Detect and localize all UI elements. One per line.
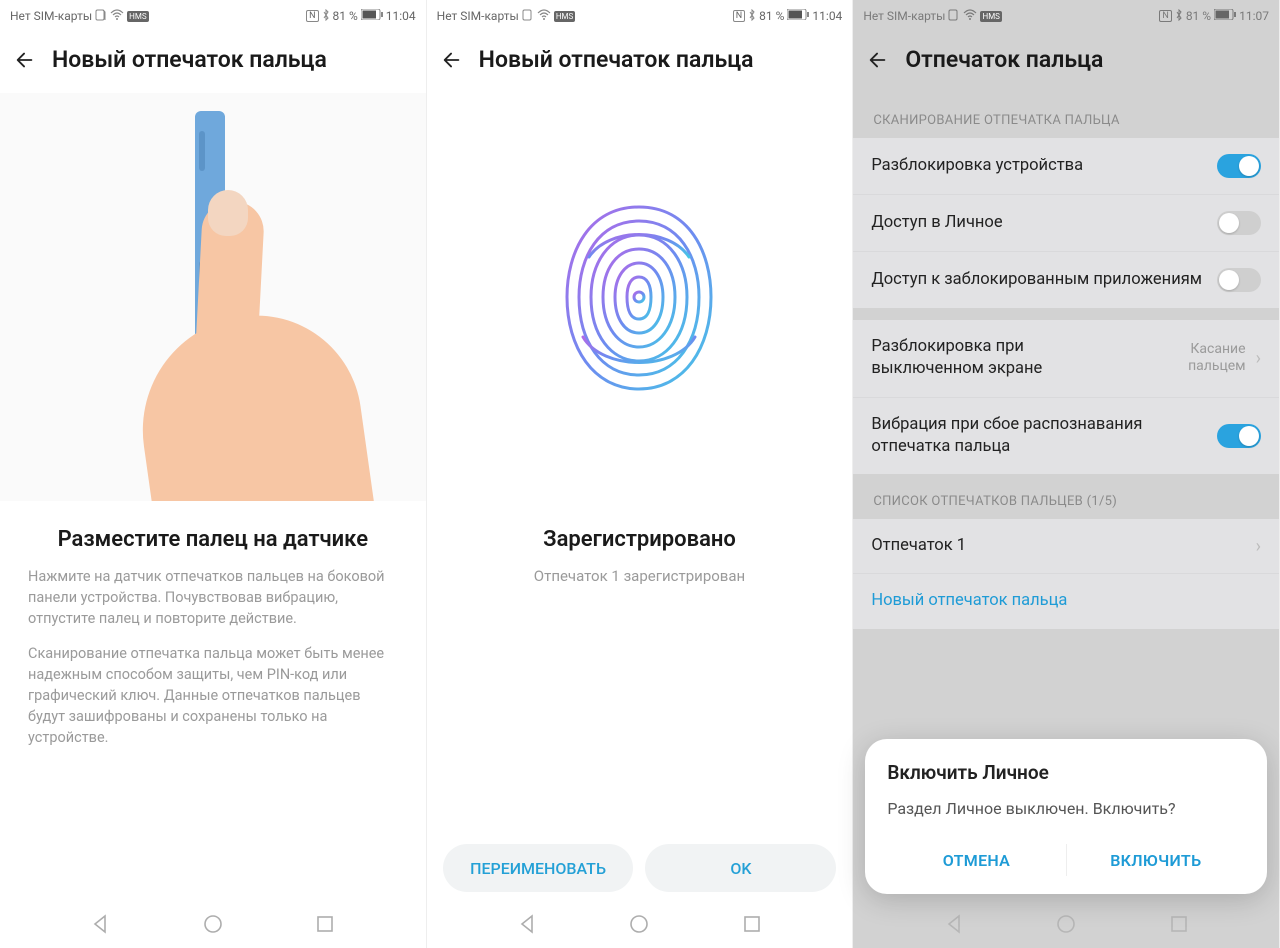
nav-bar: [853, 900, 1279, 948]
sim-icon: [948, 9, 960, 24]
row-label: Новый отпечаток пальца: [871, 590, 1261, 612]
toggle-private-access[interactable]: [1217, 211, 1261, 235]
sim-icon: [522, 9, 534, 24]
instruction-para-1: Нажмите на датчик отпечатков пальцев на …: [28, 566, 398, 629]
nav-back-icon[interactable]: [942, 912, 966, 936]
row-private-access[interactable]: Доступ в Личное: [853, 194, 1279, 251]
row-label: Вибрация при сбое распознавания отпечатк…: [871, 414, 1217, 459]
row-label: Разблокировка устройства: [871, 155, 1217, 177]
ok-button[interactable]: OK: [645, 844, 836, 892]
bluetooth-icon: [748, 9, 756, 24]
row-unlock-device[interactable]: Разблокировка устройства: [853, 138, 1279, 194]
registered-subtitle: Отпечаток 1 зарегистрирован: [455, 566, 825, 587]
page-title: Новый отпечаток пальца: [52, 46, 327, 73]
wifi-icon: [537, 9, 551, 24]
nav-recent-icon[interactable]: [740, 912, 764, 936]
instruction-title: Разместите палец на датчике: [28, 527, 398, 552]
screen-enroll-done: Нет SIM-карты HMS N 81 % 11:04 Новый отп…: [427, 0, 854, 948]
dialog-enable-button[interactable]: ВКЛЮЧИТЬ: [1067, 834, 1245, 886]
nav-recent-icon[interactable]: [1167, 912, 1191, 936]
back-button[interactable]: [867, 49, 889, 71]
header: Новый отпечаток пальца: [0, 28, 426, 93]
nav-recent-icon[interactable]: [313, 912, 337, 936]
status-bar: Нет SIM-карты HMS N 81 % 11:04: [427, 4, 853, 28]
screen-fingerprint-settings: Нет SIM-карты HMS N 81 % 11:07 Отпечаток…: [853, 0, 1280, 948]
row-locked-apps[interactable]: Доступ к заблокированным приложениям: [853, 251, 1279, 308]
header: Новый отпечаток пальца: [427, 28, 853, 93]
toggle-locked-apps[interactable]: [1217, 268, 1261, 292]
nav-home-icon[interactable]: [627, 912, 651, 936]
nav-home-icon[interactable]: [1054, 912, 1078, 936]
back-button[interactable]: [441, 49, 463, 71]
sim-status: Нет SIM-карты: [863, 9, 945, 23]
row-new-fingerprint[interactable]: Новый отпечаток пальца: [853, 573, 1279, 628]
row-screen-off-unlock[interactable]: Разблокировка при выключенном экране Кас…: [853, 320, 1279, 397]
hms-icon: HMS: [127, 11, 148, 22]
back-button[interactable]: [14, 49, 36, 71]
battery-icon: [1214, 9, 1236, 23]
nfc-icon: N: [733, 10, 745, 22]
screen-enroll-instruction: Нет SIM-карты HMS N 81 % 11:04 Новый отп…: [0, 0, 427, 948]
row-value: Касание пальцем: [1136, 341, 1246, 375]
battery-icon: [361, 9, 383, 23]
nav-home-icon[interactable]: [201, 912, 225, 936]
enable-private-dialog: Включить Личное Раздел Личное выключен. …: [865, 739, 1267, 894]
toggle-vibration-error[interactable]: [1217, 424, 1261, 448]
status-bar: Нет SIM-карты HMS N 81 % 11:07: [853, 4, 1279, 28]
battery-percent: 81 %: [333, 9, 358, 23]
clock: 11:07: [1239, 9, 1269, 23]
fingerprint-icon: [559, 197, 719, 397]
hand-illustration: [120, 176, 380, 501]
clock: 11:04: [386, 9, 416, 23]
row-label: Доступ в Личное: [871, 212, 1217, 234]
enroll-illustration: [0, 93, 426, 501]
action-buttons: ПЕРЕИМЕНОВАТЬ OK: [427, 844, 853, 892]
dialog-body: Раздел Личное выключен. Включить?: [887, 798, 1245, 820]
battery-percent: 81 %: [1186, 9, 1211, 23]
sim-status: Нет SIM-карты: [10, 9, 92, 23]
bluetooth-icon: [322, 9, 330, 24]
section-scan-label: СКАНИРОВАНИЕ ОТПЕЧАТКА ПАЛЬЦА: [853, 93, 1279, 138]
battery-icon: [787, 9, 809, 23]
nav-back-icon[interactable]: [515, 912, 539, 936]
status-bar: Нет SIM-карты HMS N 81 % 11:04: [0, 4, 426, 28]
nav-bar: [0, 900, 426, 948]
wifi-icon: [963, 9, 977, 24]
section-list-label: СПИСОК ОТПЕЧАТКОВ ПАЛЬЦЕВ (1/5): [853, 474, 1279, 519]
row-fingerprint-1[interactable]: Отпечаток 1 ›: [853, 519, 1279, 573]
dialog-title: Включить Личное: [887, 761, 1245, 784]
nfc-icon: N: [306, 10, 318, 22]
hms-icon: HMS: [554, 11, 575, 22]
dialog-cancel-button[interactable]: ОТМЕНА: [887, 834, 1065, 886]
rename-button[interactable]: ПЕРЕИМЕНОВАТЬ: [443, 844, 634, 892]
page-title: Новый отпечаток пальца: [479, 46, 754, 73]
instruction-para-2: Сканирование отпечатка пальца может быть…: [28, 643, 398, 748]
row-label: Разблокировка при выключенном экране: [871, 336, 1135, 381]
toggle-unlock-device[interactable]: [1217, 154, 1261, 178]
wifi-icon: [110, 9, 124, 24]
row-label: Доступ к заблокированным приложениям: [871, 269, 1217, 291]
registered-title: Зарегистрировано: [455, 527, 825, 552]
hms-icon: HMS: [980, 11, 1001, 22]
chevron-right-icon: ›: [1256, 348, 1261, 369]
clock: 11:04: [812, 9, 842, 23]
nav-bar: [427, 900, 853, 948]
fingerprint-illustration: [427, 93, 853, 501]
header: Отпечаток пальца: [853, 28, 1279, 93]
chevron-right-icon: ›: [1256, 536, 1261, 557]
nfc-icon: N: [1159, 10, 1171, 22]
sim-status: Нет SIM-карты: [437, 9, 519, 23]
row-vibration-error[interactable]: Вибрация при сбое распознавания отпечатк…: [853, 397, 1279, 475]
sim-icon: [95, 9, 107, 24]
page-title: Отпечаток пальца: [905, 46, 1103, 73]
battery-percent: 81 %: [759, 9, 784, 23]
row-label: Отпечаток 1: [871, 535, 1245, 557]
bluetooth-icon: [1175, 9, 1183, 24]
nav-back-icon[interactable]: [88, 912, 112, 936]
